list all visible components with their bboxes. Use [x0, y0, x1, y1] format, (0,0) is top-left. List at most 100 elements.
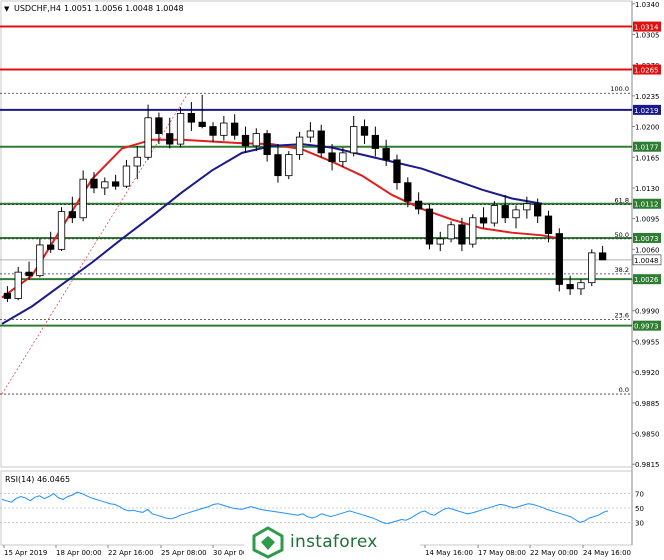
candle-body: [599, 253, 605, 260]
candle-body: [145, 118, 151, 157]
time-tick-label: 22 May 00:00: [530, 549, 578, 557]
price-tick-label: 1.0060: [635, 246, 660, 254]
candle-body: [415, 201, 421, 209]
candle-body: [329, 153, 335, 162]
candle-body: [47, 245, 53, 249]
candle-body: [156, 118, 162, 134]
level-price-tag-label: 0.9973: [634, 323, 659, 331]
time-tick-label: 15 Apr 2019: [4, 549, 47, 557]
symbol-header-ohlc: 1.0051 1.0056 1.0048 1.0048: [64, 4, 184, 13]
candle-body: [383, 148, 389, 159]
fibonacci-level-label: 61.8: [615, 197, 629, 205]
chart-area: 100.061.850.038.223.60.0 1.03401.03051.0…: [0, 0, 664, 560]
time-tick-label: 18 Apr 00:00: [56, 549, 102, 557]
candle-body: [112, 182, 118, 186]
candle-body: [426, 209, 432, 244]
symbol-header-name: USDCHF,H4: [14, 4, 61, 13]
candle-body: [242, 135, 248, 146]
level-price-tag-label: 1.0026: [634, 276, 659, 284]
candle-body: [91, 179, 97, 188]
candle-body: [15, 272, 21, 298]
time-tick-label: 14 May 16:00: [425, 549, 473, 557]
time-tick-label: 22 Apr 16:00: [108, 549, 154, 557]
candle-body: [37, 245, 43, 276]
instaforex-logo-icon: [248, 524, 288, 560]
candle-body: [307, 131, 313, 137]
candle-body: [134, 157, 140, 166]
price-tick-label: 0.9815: [635, 461, 660, 469]
price-tick-label: 0.9850: [635, 431, 660, 439]
candle-body: [567, 284, 573, 288]
fibonacci-level-label: 0.0: [619, 386, 629, 394]
level-price-tag-label: 1.0314: [634, 24, 659, 32]
rsi-tick-label: 30: [635, 519, 644, 527]
price-tick-label: 0.9885: [635, 400, 660, 408]
candle-body: [448, 225, 454, 239]
brand-name: instaforex: [290, 532, 378, 552]
candle-body: [589, 253, 595, 283]
candle-body: [394, 160, 400, 183]
rsi-tick-label: 50: [635, 505, 644, 513]
rsi-panel: 70 50 30: [0, 491, 644, 528]
level-price-tag-label: 1.0265: [634, 67, 659, 75]
level-price-tag-label: 1.0073: [634, 235, 659, 243]
price-tick-label: 1.0095: [635, 216, 660, 224]
fibonacci-level-label: 50.0: [615, 231, 629, 239]
candle-body: [26, 272, 32, 276]
brand-watermark: instaforex: [244, 524, 420, 560]
time-tick-label: 17 May 08:00: [478, 549, 526, 557]
rsi-tick-label: 70: [635, 491, 644, 499]
price-tick-label: 1.0130: [635, 185, 660, 193]
candle-body: [199, 122, 205, 126]
candle-body: [58, 212, 64, 250]
price-tick-label: 1.0165: [635, 154, 660, 162]
candle-body: [188, 113, 194, 122]
candle-body: [545, 216, 551, 234]
price-tick-label: 1.0305: [635, 31, 660, 39]
current-price-tag-label: 1.0048: [634, 257, 659, 265]
price-tick-label: 0.9955: [635, 338, 660, 346]
candle-body: [361, 127, 367, 136]
candle-body: [372, 135, 378, 148]
candle-body: [340, 153, 346, 162]
candle-body: [253, 134, 259, 146]
candle-body: [524, 204, 530, 210]
fibonacci-level-label: 38.2: [615, 266, 629, 274]
candle-body: [318, 131, 324, 153]
fibonacci-level-label: 100.0: [610, 85, 629, 93]
candle-body: [437, 239, 443, 244]
candle-body: [491, 205, 497, 223]
fibonacci-levels: 100.061.850.038.223.60.0: [0, 85, 632, 394]
candle-body: [534, 204, 540, 216]
candle-body: [286, 155, 292, 176]
candle-body: [469, 218, 475, 244]
time-tick-label: 24 May 16:00: [583, 549, 631, 557]
candle-body: [4, 293, 10, 298]
price-tick-label: 1.0200: [635, 124, 660, 132]
moving-averages: [2, 140, 562, 324]
candle-body: [102, 182, 108, 188]
price-tick-label: 1.0340: [635, 1, 660, 9]
rsi-label: RSI(14) 46.0465: [5, 475, 70, 484]
level-price-tag-label: 1.0112: [634, 201, 659, 209]
candle-body: [264, 134, 270, 155]
candle-body: [69, 212, 75, 218]
candle-body: [513, 210, 519, 218]
price-tick-label: 0.9920: [635, 369, 660, 377]
level-price-tag-label: 1.0219: [634, 107, 659, 115]
fibonacci-trend-line: [2, 93, 188, 394]
candle-body: [123, 166, 129, 186]
candle-body: [221, 123, 227, 135]
candle-body: [480, 218, 486, 223]
candle-body: [405, 183, 411, 201]
candle-body: [177, 113, 183, 144]
price-tick-label: 1.0235: [635, 93, 660, 101]
candle-body: [556, 234, 562, 285]
candle-body: [210, 127, 216, 136]
symbol-header-arrow: ▼: [4, 5, 10, 13]
candle-body: [296, 137, 302, 155]
candle-body: [502, 205, 508, 217]
price-tick-label: 0.9990: [635, 308, 660, 316]
candle-body: [350, 127, 356, 153]
time-tick-label: 25 Apr 08:00: [161, 549, 207, 557]
